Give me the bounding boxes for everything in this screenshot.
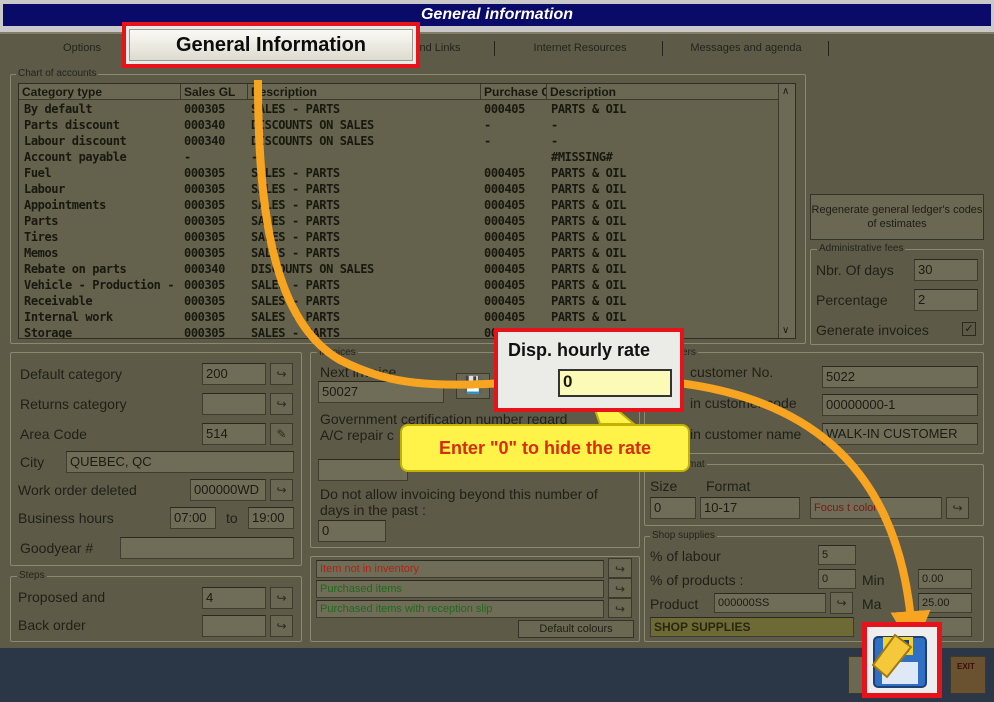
save-icon[interactable] — [867, 627, 937, 693]
arrow-tab-to-rate — [254, 79, 540, 404]
disp-hourly-rate-label: Disp. hourly rate — [508, 340, 651, 360]
general-information-tab-callout: General Information — [122, 22, 420, 68]
disp-hourly-rate-callout: Disp. hourly rate 0 — [494, 328, 684, 412]
tab-general-information[interactable]: General Information — [129, 29, 413, 61]
disp-hourly-rate-input[interactable]: 0 — [558, 369, 672, 397]
hint-tooltip: Enter "0" to hide the rate — [400, 424, 690, 472]
arrow-rate-to-save — [647, 376, 931, 652]
save-button-callout — [862, 622, 942, 698]
